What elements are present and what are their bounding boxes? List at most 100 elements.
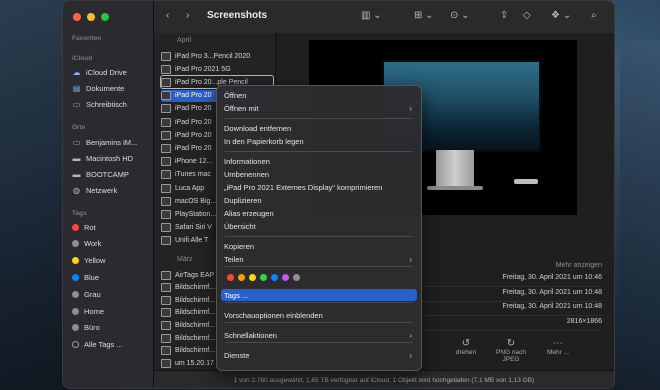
menu-item-9[interactable]: Übersicht <box>221 220 417 232</box>
tag-color-swatch[interactable] <box>271 274 278 281</box>
window-title: Screenshots <box>207 10 268 21</box>
sidebar-item-label: Macintosh HD <box>86 153 134 163</box>
document-icon: ▤ <box>72 83 81 93</box>
file-name: iPad Pro 2021 5G <box>175 65 231 73</box>
back-icon[interactable]: ‹ <box>166 10 169 21</box>
search-icon[interactable]: ⌕ <box>591 10 597 21</box>
menu-item-6[interactable]: „iPad Pro 2021 Externes Display“ komprim… <box>221 181 417 193</box>
menu-item-11[interactable]: Teilen › <box>221 253 417 265</box>
sidebar-item-schreibtisch[interactable]: ▭ Schreibtisch <box>72 98 150 110</box>
menu-separator <box>225 236 413 237</box>
sidebar-item-netzwerk[interactable]: ◍ Netzwerk <box>72 184 150 196</box>
image-file-icon <box>161 333 171 343</box>
desktop-icon: ▭ <box>72 99 81 109</box>
sidebar-tag-büro[interactable]: Büro <box>72 322 150 334</box>
sidebar-tag-label: Alle Tags ... <box>84 340 123 350</box>
image-file-icon <box>161 295 171 305</box>
sidebar-item-macintosh-hd[interactable]: ▬ Macintosh HD <box>72 152 150 164</box>
show-more-link[interactable]: Mehr anzeigen <box>556 262 602 269</box>
file-name: iPad Pro 20 <box>175 92 212 100</box>
quick-action-0[interactable]: ↺ drehen <box>446 338 486 356</box>
share-icon[interactable]: ⇪ <box>500 10 508 21</box>
desktop-background-left <box>0 0 70 390</box>
menu-item-8[interactable]: Alias erzeugen <box>221 207 417 219</box>
file-name: AirTags EAP <box>175 271 215 279</box>
more-icon: ⋯ <box>553 338 563 349</box>
menu-item-2[interactable]: Download entfernen <box>221 122 417 134</box>
image-file-icon <box>161 196 171 206</box>
sidebar-section-tags: Tags <box>72 210 87 217</box>
menu-item-12[interactable]: Tags ... <box>221 289 417 301</box>
minimize-button[interactable] <box>87 13 95 21</box>
convert-icon: ↻ <box>506 338 516 349</box>
tag-color-swatch[interactable] <box>293 274 300 281</box>
sidebar-tag-rot[interactable]: Rot <box>72 221 150 233</box>
tag-color-swatch[interactable] <box>249 274 256 281</box>
sidebar-item-bootcamp[interactable]: ▬ BOOTCAMP <box>72 168 150 180</box>
action-icon[interactable]: ⊙ ⌄ <box>450 10 470 21</box>
column-view-icon[interactable]: ▥ ⌄ <box>361 10 382 21</box>
tag-icon[interactable]: ◇ <box>523 10 531 21</box>
file-name: iPad Pro 20 <box>175 131 212 139</box>
sidebar-tag-alle-tags-[interactable]: Alle Tags ... <box>72 339 150 351</box>
tag-color-dot <box>72 341 79 349</box>
file-name: Safari Siri V <box>175 224 212 232</box>
sidebar-tag-blue[interactable]: Blue <box>72 271 150 283</box>
menu-item-label: In den Papierkorb legen <box>224 136 304 146</box>
disk-icon: ▬ <box>72 169 81 179</box>
tag-color-swatch[interactable] <box>282 274 289 281</box>
quick-action-2[interactable]: ⋯ Mehr ... <box>538 338 578 356</box>
chevron-right-icon: › <box>409 330 412 340</box>
menu-item-7[interactable]: Duplizieren <box>221 194 417 206</box>
sidebar-tag-work[interactable]: Work <box>72 238 150 250</box>
menu-item-13[interactable]: Vorschauoptionen einblenden <box>221 309 417 321</box>
image-file-icon <box>161 170 171 180</box>
sidebar-item-label: Schreibtisch <box>86 99 127 109</box>
file-name: Bildschirmf... <box>175 347 216 355</box>
sidebar-tag-yellow[interactable]: Yellow <box>72 255 150 267</box>
menu-item-label: Umbenennen <box>224 169 270 179</box>
forward-icon[interactable]: › <box>186 10 189 21</box>
sidebar-item-icloud-drive[interactable]: ☁ iCloud Drive <box>72 66 150 78</box>
sidebar-item-benjamins-im-[interactable]: ▭ Benjamins iM... <box>72 136 150 148</box>
sidebar-item-label: Dokumente <box>86 83 125 93</box>
tag-color-dot <box>72 324 79 332</box>
image-file-icon <box>161 51 171 61</box>
quick-action-1[interactable]: ↻ PNG nach JPEG <box>491 338 531 363</box>
sidebar-tag-grau[interactable]: Grau <box>72 288 150 300</box>
sidebar-item-label: Netzwerk <box>86 185 118 195</box>
image-file-icon <box>161 308 171 318</box>
menu-item-1[interactable]: Öffnen mit › <box>221 102 417 114</box>
file-name: iPad Pro 20 <box>175 105 212 113</box>
menu-item-14[interactable]: Schnellaktionen › <box>221 329 417 341</box>
sidebar-tag-home[interactable]: Home <box>72 305 150 317</box>
menu-item-label: Alias erzeugen <box>224 208 274 218</box>
file-name: Bildschirmf... <box>175 334 216 342</box>
menu-item-label: Duplizieren <box>224 195 262 205</box>
close-button[interactable] <box>73 13 81 21</box>
sidebar-tag-label: Büro <box>84 323 100 333</box>
menu-item-15[interactable]: Dienste › <box>221 349 417 361</box>
file-row[interactable]: iPad Pro 2021 5G <box>161 63 273 75</box>
tag-color-swatch[interactable] <box>238 274 245 281</box>
image-file-icon <box>161 157 171 167</box>
sidebar-tag-label: Work <box>84 239 102 249</box>
tag-color-swatch[interactable] <box>227 274 234 281</box>
menu-item-3[interactable]: In den Papierkorb legen <box>221 135 417 147</box>
menu-item-4[interactable]: Informationen <box>221 155 417 167</box>
menu-item-5[interactable]: Umbenennen <box>221 168 417 180</box>
grid-icon[interactable]: ⊞ ⌄ <box>414 10 434 21</box>
sidebar-item-dokumente[interactable]: ▤ Dokumente <box>72 82 150 94</box>
disk-icon: ▬ <box>72 153 81 163</box>
monitor-stand <box>436 150 474 188</box>
image-file-icon <box>161 77 171 87</box>
quick-action-label: drehen <box>455 349 477 356</box>
menu-item-0[interactable]: Öffnen <box>221 89 417 101</box>
dropbox-icon[interactable]: ❖ ⌄ <box>551 10 571 21</box>
tag-color-swatch[interactable] <box>260 274 267 281</box>
zoom-button[interactable] <box>101 13 109 21</box>
menu-item-10[interactable]: Kopieren <box>221 240 417 252</box>
file-row[interactable]: iPad Pro 3...Pencil 2020 <box>161 50 273 62</box>
sidebar-tag-label: Blue <box>84 272 100 282</box>
file-name: iPad Pro 20 <box>175 118 212 126</box>
